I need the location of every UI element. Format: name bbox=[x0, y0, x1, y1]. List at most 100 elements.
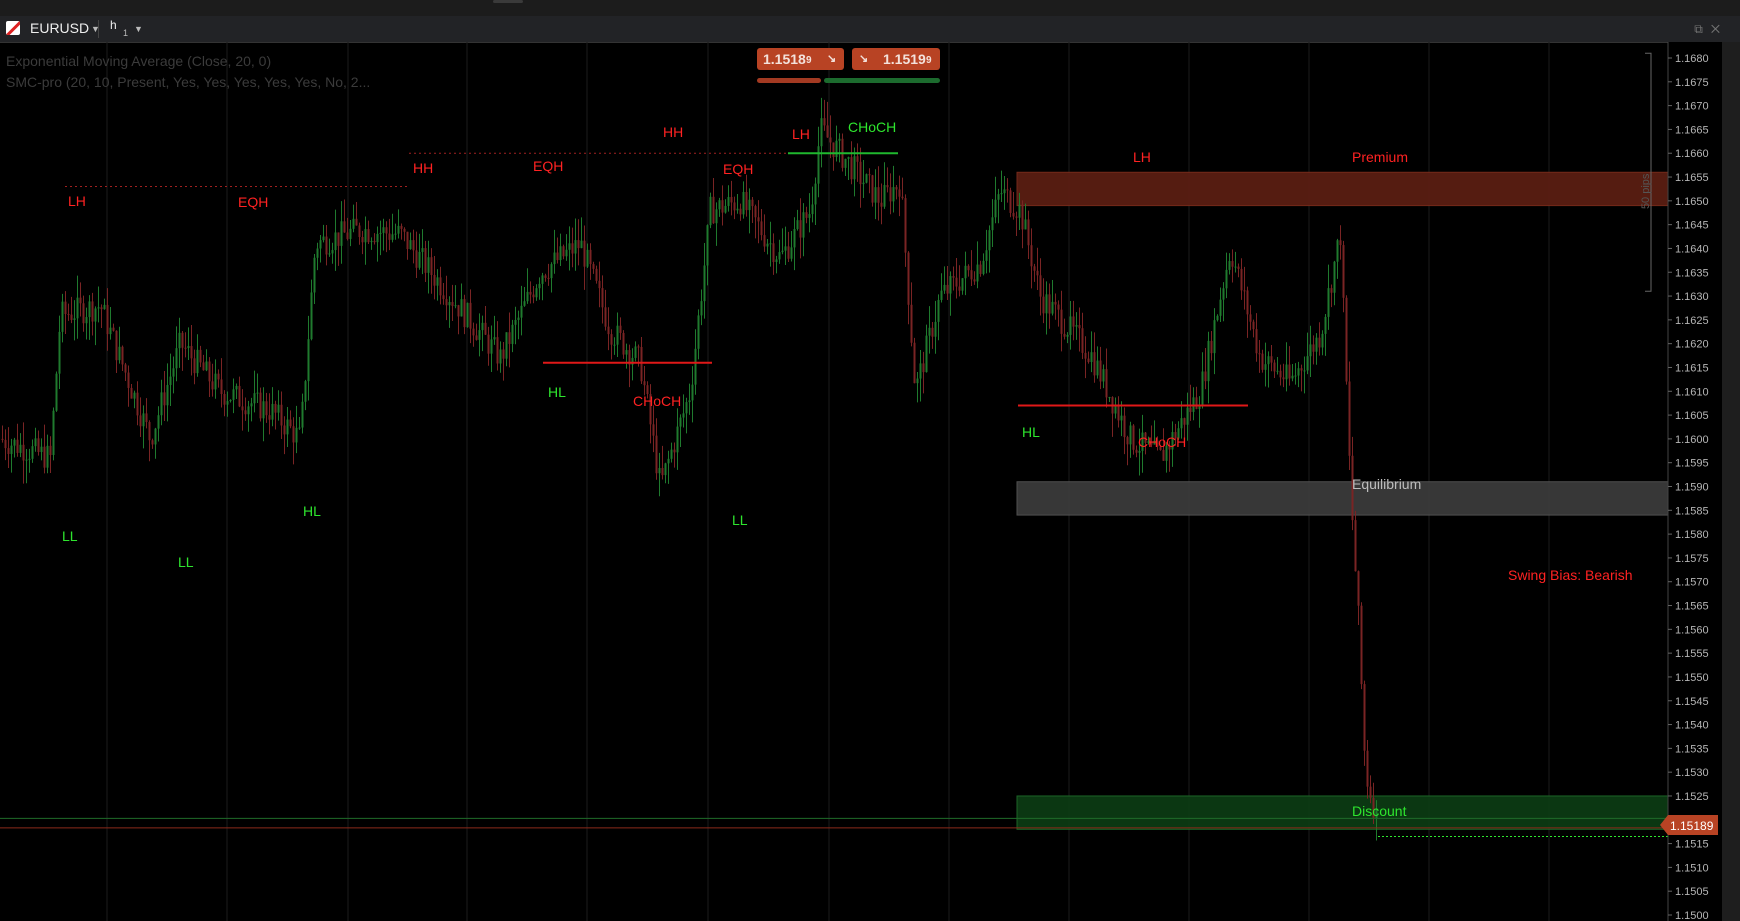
price-axis-label: 1.1565 bbox=[1675, 601, 1709, 613]
candle-body bbox=[1024, 219, 1027, 230]
candle-body bbox=[469, 302, 472, 329]
candle-body bbox=[1240, 268, 1243, 291]
price-axis-label: 1.1550 bbox=[1675, 672, 1709, 684]
window-scrollbar[interactable] bbox=[1722, 42, 1740, 921]
candle-body bbox=[328, 253, 331, 255]
candle-body bbox=[913, 342, 916, 384]
candle-body bbox=[1084, 352, 1087, 359]
price-axis-label: 1.1525 bbox=[1675, 791, 1709, 803]
candle-body bbox=[1369, 786, 1372, 798]
candle-body bbox=[295, 427, 298, 443]
price-axis-label: 1.1635 bbox=[1675, 267, 1709, 279]
candle-body bbox=[619, 325, 622, 333]
candle-body bbox=[760, 221, 763, 236]
candle-body bbox=[847, 157, 850, 159]
candle-body bbox=[715, 209, 718, 224]
candle-body bbox=[805, 212, 808, 218]
candle-body bbox=[946, 284, 949, 294]
zone-discount bbox=[1016, 795, 1669, 830]
candle-body bbox=[457, 305, 460, 317]
candle-body bbox=[1057, 304, 1060, 310]
candle-body bbox=[358, 225, 361, 237]
price-axis-label: 1.1510 bbox=[1675, 862, 1709, 874]
candle-body bbox=[94, 308, 97, 322]
price-axis-label: 1.1500 bbox=[1675, 910, 1709, 921]
structure-label: HL bbox=[303, 503, 321, 519]
candle-body bbox=[100, 307, 103, 310]
candle-body bbox=[751, 199, 754, 207]
candle-body bbox=[448, 302, 451, 306]
candle-body bbox=[937, 299, 940, 322]
price-axis-label: 1.1650 bbox=[1675, 196, 1709, 208]
candle-body bbox=[220, 379, 223, 395]
structure-label: CHoCH bbox=[1138, 434, 1186, 450]
candle-body bbox=[904, 198, 907, 253]
candle-body bbox=[655, 435, 658, 474]
candle-body bbox=[352, 218, 355, 229]
sell-arrow-icon: ↘ bbox=[827, 53, 837, 65]
candle-body bbox=[214, 373, 217, 390]
structure-label: CHoCH bbox=[633, 393, 681, 409]
candle-body bbox=[1348, 381, 1351, 456]
candle-body bbox=[613, 344, 616, 346]
candle-body bbox=[169, 376, 172, 385]
candle-body bbox=[82, 303, 85, 324]
timeframe-selector[interactable]: h bbox=[110, 18, 117, 32]
structure-label: Premium bbox=[1352, 149, 1408, 165]
price-axis-label: 1.1605 bbox=[1675, 410, 1709, 422]
symbol-selector[interactable]: EURUSD bbox=[30, 20, 89, 36]
candle-body bbox=[319, 240, 322, 249]
candle-body bbox=[304, 381, 307, 402]
candle-body bbox=[1327, 288, 1330, 317]
candle-body bbox=[766, 243, 769, 247]
price-chart[interactable]: LH EQH HH EQH HH EQH LH CHoCH LH LL LL HL HL CHoCH LL H… bbox=[0, 42, 1722, 921]
candle-body bbox=[91, 301, 94, 322]
detach-icon[interactable]: ⧉ bbox=[1694, 22, 1711, 36]
candle-body bbox=[832, 142, 835, 158]
candle-body bbox=[1183, 418, 1186, 425]
candle-body bbox=[76, 297, 79, 319]
candle-body bbox=[1330, 288, 1333, 293]
candle-body bbox=[985, 250, 988, 261]
candle-body bbox=[1066, 334, 1069, 337]
candle-body bbox=[301, 401, 304, 428]
price-axis-label: 1.1590 bbox=[1675, 482, 1709, 494]
sell-button[interactable]: 1.1518 9 ↘ bbox=[757, 48, 844, 70]
price-axis-label: 1.1535 bbox=[1675, 743, 1709, 755]
candle-body bbox=[403, 228, 406, 232]
timeframe-chevron-down-icon[interactable]: ▼ bbox=[134, 24, 143, 34]
structure-label: Discount bbox=[1352, 803, 1407, 819]
indicator-legend-ema[interactable]: Exponential Moving Average (Close, 20, 0… bbox=[6, 53, 271, 69]
candle-body bbox=[1108, 397, 1111, 399]
candle-body bbox=[226, 401, 229, 405]
candle-body bbox=[967, 265, 970, 271]
candle-body bbox=[1357, 571, 1360, 606]
candle-body bbox=[562, 246, 565, 257]
candle-body bbox=[166, 384, 169, 406]
candle-body bbox=[1276, 370, 1279, 372]
candle-body bbox=[1222, 288, 1225, 300]
candle-body bbox=[865, 174, 868, 183]
candle-body bbox=[238, 385, 241, 407]
candle-body bbox=[481, 322, 484, 331]
candle-body bbox=[388, 233, 391, 240]
candle-body bbox=[910, 304, 913, 343]
candle-body bbox=[1015, 216, 1018, 218]
price-axis-label: 1.1600 bbox=[1675, 434, 1709, 446]
candle-body bbox=[409, 240, 412, 250]
candle-body bbox=[64, 301, 67, 315]
candle-body bbox=[757, 217, 760, 222]
candle-body bbox=[622, 332, 625, 355]
candle-body bbox=[1312, 344, 1315, 352]
buy-button[interactable]: ↘ 1.1519 9 bbox=[852, 48, 940, 70]
candle-body bbox=[133, 392, 136, 399]
candle-body bbox=[1063, 333, 1066, 337]
buy-arrow-icon: ↘ bbox=[859, 53, 869, 65]
close-icon[interactable]: ✕ bbox=[1711, 22, 1728, 36]
candle-body bbox=[538, 283, 541, 289]
structure-label: LL bbox=[178, 554, 194, 570]
candle-body bbox=[370, 240, 373, 243]
window-controls[interactable]: ⧉✕ bbox=[1694, 22, 1728, 37]
candle-body bbox=[520, 305, 523, 318]
indicator-legend-smc[interactable]: SMC-pro (20, 10, Present, Yes, Yes, Yes,… bbox=[6, 74, 370, 90]
